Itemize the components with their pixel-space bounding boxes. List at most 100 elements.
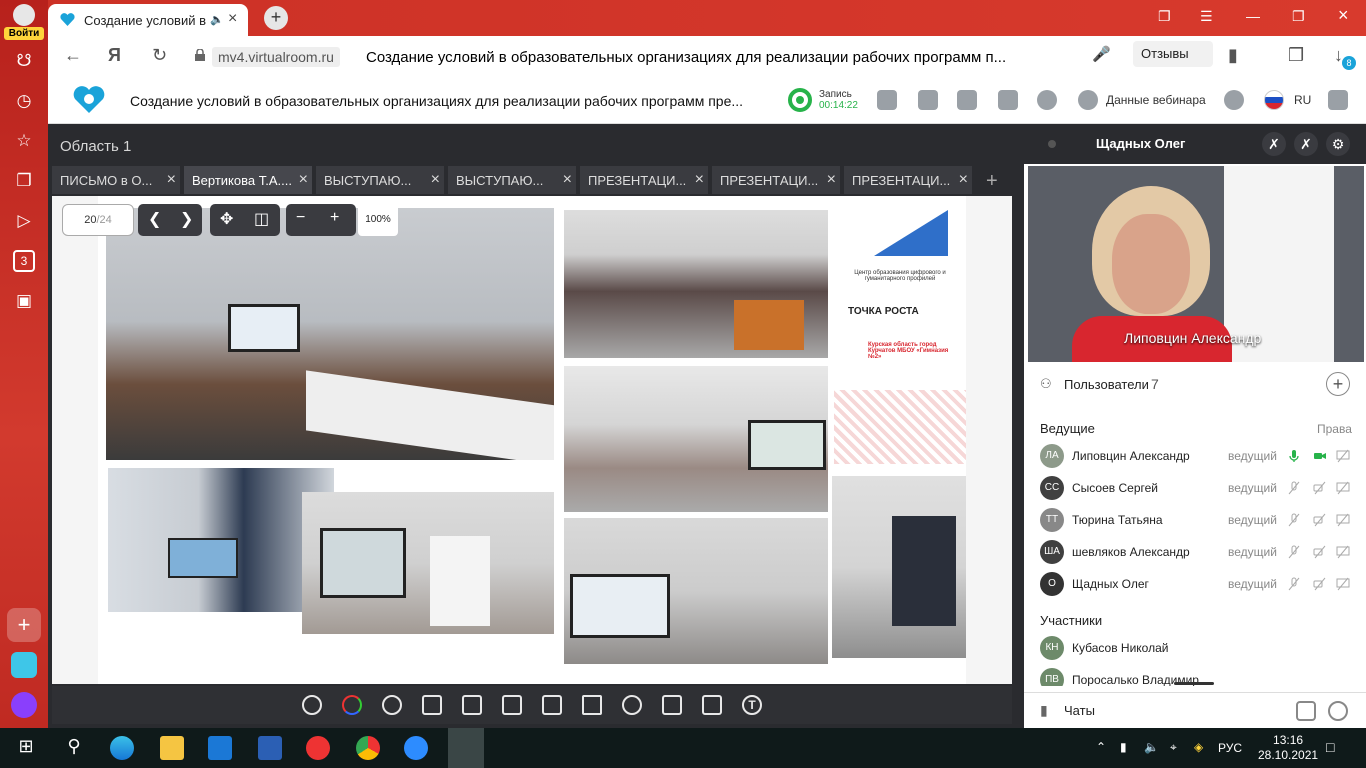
microphone-off-icon[interactable] xyxy=(1287,545,1301,559)
fit-page-icon[interactable]: ✥ xyxy=(220,209,233,229)
screen-share-icon[interactable] xyxy=(918,90,938,110)
add-panel-button[interactable]: + xyxy=(7,608,41,642)
trash-icon[interactable] xyxy=(702,695,722,715)
close-window-icon[interactable]: × xyxy=(1338,5,1349,26)
text-tool-icon[interactable]: T xyxy=(742,695,762,715)
doc-tab-1[interactable]: ПИСЬМО в О... × xyxy=(52,166,180,194)
microphone-off-icon[interactable] xyxy=(1287,577,1301,591)
prev-page-icon[interactable]: ❮ xyxy=(148,209,161,229)
microphone-off-icon[interactable] xyxy=(1287,513,1301,527)
eraser-icon[interactable] xyxy=(662,695,682,715)
screen-share-icon[interactable] xyxy=(1336,545,1350,559)
user-row[interactable]: ТТ Тюрина Татьяна ведущий xyxy=(1024,504,1366,536)
tab-manager-icon[interactable]: ❐ xyxy=(1158,8,1171,25)
user-row[interactable]: СС Сысоев Сергей ведущий xyxy=(1024,472,1366,504)
close-tab-icon[interactable]: × xyxy=(228,10,237,28)
extensions-icon[interactable]: ❒ xyxy=(1288,45,1304,66)
resize-handle[interactable] xyxy=(1174,682,1214,685)
add-user-button[interactable]: + xyxy=(1326,372,1350,396)
battery-icon[interactable]: ▮ xyxy=(1120,740,1127,754)
webinar-data-link[interactable]: Данные вебинара xyxy=(1106,93,1206,107)
minimize-icon[interactable]: — xyxy=(1246,8,1260,24)
record-icon[interactable] xyxy=(788,88,812,112)
pointer-icon[interactable] xyxy=(382,695,402,715)
layout-icon[interactable] xyxy=(877,90,897,110)
mute-camera-icon[interactable]: ✗ xyxy=(1294,132,1318,156)
kaspersky-icon[interactable]: ◈ xyxy=(1194,740,1203,754)
users-icon[interactable] xyxy=(1037,90,1057,110)
rectangle-icon[interactable] xyxy=(582,695,602,715)
screen-share-icon[interactable] xyxy=(1336,513,1350,527)
document-icon[interactable] xyxy=(957,90,977,110)
flag-ru-icon[interactable] xyxy=(1264,90,1284,110)
screen-share-icon[interactable] xyxy=(1336,577,1350,591)
back-icon[interactable]: ← xyxy=(64,45,82,66)
yandex-icon[interactable]: Я xyxy=(108,45,121,66)
input-language[interactable]: РУС xyxy=(1218,741,1242,755)
microphone-off-icon[interactable] xyxy=(1287,481,1301,495)
browser-tab[interactable]: Создание условий в 🔈 × xyxy=(48,4,248,36)
edge-icon[interactable] xyxy=(110,736,134,760)
pen-icon[interactable] xyxy=(542,695,562,715)
word-icon[interactable] xyxy=(258,736,282,760)
fit-width-icon[interactable]: ◫ xyxy=(254,209,269,229)
start-icon[interactable]: ⊞ xyxy=(14,736,38,760)
volume-icon[interactable]: 🔈 xyxy=(1144,740,1159,754)
close-icon[interactable]: × xyxy=(431,171,440,189)
settings-icon[interactable] xyxy=(1224,90,1244,110)
history-icon[interactable]: ◷ xyxy=(13,90,35,112)
move-icon[interactable] xyxy=(422,695,442,715)
speaker-icon[interactable]: 🔈 xyxy=(210,13,224,26)
menu-icon[interactable]: ☰ xyxy=(1200,8,1213,25)
reload-icon[interactable]: ↻ xyxy=(152,45,167,66)
new-tab-button[interactable]: + xyxy=(264,6,288,30)
camera-on-icon[interactable] xyxy=(1313,449,1327,463)
collections-icon[interactable]: ❐ xyxy=(13,170,35,192)
login-button[interactable]: Войти xyxy=(4,4,44,40)
video-settings-icon[interactable]: ⚙ xyxy=(1326,132,1350,156)
color-picker-icon[interactable] xyxy=(342,695,362,715)
add-document-icon[interactable]: + xyxy=(986,170,998,193)
info-icon[interactable] xyxy=(1078,90,1098,110)
doc-tab-6[interactable]: ПРЕЗЕНТАЦИ... × xyxy=(712,166,840,194)
user-row[interactable]: ЛА Липовцин Александр ведущий xyxy=(1024,440,1366,472)
url-field[interactable]: mv4.virtualroom.ru Создание условий в об… xyxy=(188,41,1158,71)
zoom-level[interactable]: 100% xyxy=(358,204,398,236)
camera-off-icon[interactable] xyxy=(1313,513,1327,527)
search-icon[interactable]: ⚲ xyxy=(62,736,86,760)
close-icon[interactable]: × xyxy=(695,171,704,189)
camera-icon[interactable]: ▣ xyxy=(13,290,35,312)
chrome-icon[interactable] xyxy=(356,736,380,760)
user-row[interactable]: ША шевляков Александр ведущий xyxy=(1024,536,1366,568)
screen-share-icon[interactable] xyxy=(1336,481,1350,495)
doc-tab-2[interactable]: Вертикова Т.А.... × xyxy=(184,166,312,194)
close-icon[interactable]: × xyxy=(167,171,176,189)
restore-icon[interactable]: ❐ xyxy=(1292,8,1305,25)
doc-tab-5[interactable]: ПРЕЗЕНТАЦИ... × xyxy=(580,166,708,194)
clock[interactable]: 13:16 28.10.2021 xyxy=(1258,733,1318,763)
mute-mic-icon[interactable]: ✗ xyxy=(1262,132,1286,156)
folder-icon[interactable] xyxy=(998,90,1018,110)
active-yandex-icon[interactable] xyxy=(448,728,484,768)
camera-off-icon[interactable] xyxy=(1313,481,1327,495)
star-icon[interactable]: ☆ xyxy=(13,130,35,152)
zoom-icon[interactable] xyxy=(404,736,428,760)
pencil-icon[interactable] xyxy=(502,695,522,715)
user-row[interactable]: О Щадных Олег ведущий xyxy=(1024,568,1366,600)
network-icon[interactable]: ⌖ xyxy=(1170,740,1177,755)
brush-icon[interactable] xyxy=(462,695,482,715)
tool-settings-icon[interactable] xyxy=(302,695,322,715)
language-label[interactable]: RU xyxy=(1294,93,1311,107)
page-number-field[interactable]: 20/24 xyxy=(62,204,134,236)
bookmark-icon[interactable]: ▮ xyxy=(1228,45,1238,66)
notifications-icon[interactable]: □ xyxy=(1326,739,1334,755)
messenger-icon[interactable] xyxy=(11,652,37,678)
close-icon[interactable]: × xyxy=(827,171,836,189)
circle-icon[interactable] xyxy=(622,695,642,715)
screen-share-icon[interactable] xyxy=(1336,449,1350,463)
tray-chevron-icon[interactable]: ⌃ xyxy=(1096,740,1106,754)
camera-off-icon[interactable] xyxy=(1313,545,1327,559)
next-page-icon[interactable]: ❯ xyxy=(180,209,193,229)
microphone-icon[interactable]: 🎤 xyxy=(1092,45,1111,63)
chat-settings-icon[interactable] xyxy=(1328,701,1348,721)
